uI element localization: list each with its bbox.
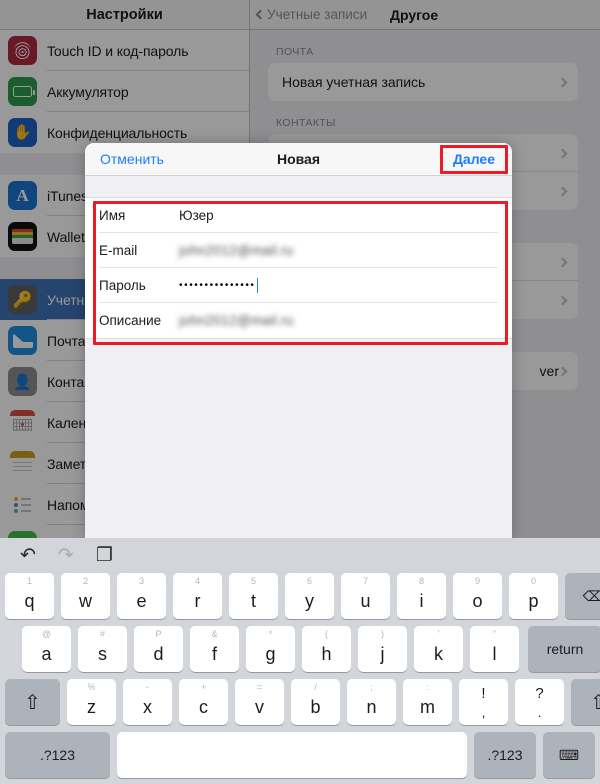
new-account-modal: Отменить Новая Далее Имя Юзер E-mail joh… [85, 143, 512, 538]
field-description[interactable]: Описание john2012@mail.ru [85, 303, 512, 338]
key-b[interactable]: / b [291, 679, 340, 725]
key-z[interactable]: % z [67, 679, 116, 725]
undo-icon[interactable]: ↶ [20, 546, 36, 565]
next-button[interactable]: Далее [453, 151, 495, 167]
key-s[interactable]: # s [78, 626, 127, 672]
shift-key-right[interactable]: ⇧ [571, 679, 600, 725]
password-input[interactable]: ••••••••••••••• [179, 280, 256, 291]
name-input[interactable]: Юзер [179, 208, 214, 223]
key-g[interactable]: * g [246, 626, 295, 672]
modal-body: Имя Юзер E-mail john2012@mail.ru Пароль … [85, 176, 512, 538]
field-label: Имя [99, 208, 126, 223]
field-label: E-mail [99, 243, 138, 258]
keyboard-row-2: @ a # s Pd & f * g (h ) j ' k " l return [5, 626, 600, 672]
keyboard-toolbar: ↶ ↷ ❐ [0, 538, 600, 573]
key-l[interactable]: " l [470, 626, 519, 672]
key-o[interactable]: 9o [453, 573, 502, 619]
return-key[interactable]: return [528, 626, 600, 672]
key-period-question[interactable]: ?. [515, 679, 564, 725]
key-v[interactable]: = v [235, 679, 284, 725]
key-w[interactable]: 2w [61, 573, 110, 619]
numeric-key-right[interactable]: .?123 [474, 732, 536, 778]
key-d[interactable]: Pd [134, 626, 183, 672]
key-m[interactable]: :m [403, 679, 452, 725]
key-c[interactable]: + c [179, 679, 228, 725]
key-y[interactable]: 6y [285, 573, 334, 619]
keyboard-rows: 1q 2w 3e 4r 5t 6y 7u 8i 9o 0p ⌫ @ a # s Pd… [0, 573, 600, 778]
key-comma-exclaim[interactable]: !, [459, 679, 508, 725]
keyboard-row-3: ⇧ % z -x + c = v / b ; n :m !, ?. ⇧ [5, 679, 600, 725]
key-h[interactable]: (h [302, 626, 351, 672]
backspace-key[interactable]: ⌫ [565, 573, 600, 619]
numeric-key-left[interactable]: .?123 [5, 732, 110, 778]
ipad-settings-screen: Настройки Touch ID и код-пароль Аккумуля… [0, 0, 600, 538]
key-n[interactable]: ; n [347, 679, 396, 725]
key-i[interactable]: 8i [397, 573, 446, 619]
modal-title: Новая [276, 151, 321, 167]
field-password[interactable]: Пароль ••••••••••••••• [85, 268, 512, 303]
keyboard-row-4: .?123 .?123 ⌨ [5, 732, 595, 778]
redo-icon[interactable]: ↷ [58, 546, 74, 565]
paste-icon[interactable]: ❐ [96, 546, 113, 565]
field-name[interactable]: Имя Юзер [85, 198, 512, 233]
keyboard-row-1: 1q 2w 3e 4r 5t 6y 7u 8i 9o 0p ⌫ [5, 573, 600, 619]
key-a[interactable]: @ a [22, 626, 71, 672]
shift-key-left[interactable]: ⇧ [5, 679, 60, 725]
space-key[interactable] [117, 732, 467, 778]
key-x[interactable]: -x [123, 679, 172, 725]
field-label: Описание [99, 313, 162, 328]
description-input[interactable]: john2012@mail.ru [179, 313, 294, 328]
key-k[interactable]: ' k [414, 626, 463, 672]
text-cursor [256, 278, 259, 293]
key-f[interactable]: & f [190, 626, 239, 672]
onscreen-keyboard: ↶ ↷ ❐ 1q 2w 3e 4r 5t 6y 7u 8i 9o 0p ⌫ @ a… [0, 538, 600, 784]
email-input[interactable]: john2012@mail.ru [179, 243, 294, 258]
hide-keyboard-icon[interactable]: ⌨ [543, 732, 595, 778]
key-u[interactable]: 7u [341, 573, 390, 619]
key-e[interactable]: 3e [117, 573, 166, 619]
modal-header: Отменить Новая Далее [85, 143, 512, 176]
key-t[interactable]: 5t [229, 573, 278, 619]
field-label: Пароль [99, 278, 146, 293]
credentials-form: Имя Юзер E-mail john2012@mail.ru Пароль … [85, 197, 512, 339]
key-q[interactable]: 1q [5, 573, 54, 619]
key-r[interactable]: 4r [173, 573, 222, 619]
key-p[interactable]: 0p [509, 573, 558, 619]
field-email[interactable]: E-mail john2012@mail.ru [85, 233, 512, 268]
key-j[interactable]: ) j [358, 626, 407, 672]
